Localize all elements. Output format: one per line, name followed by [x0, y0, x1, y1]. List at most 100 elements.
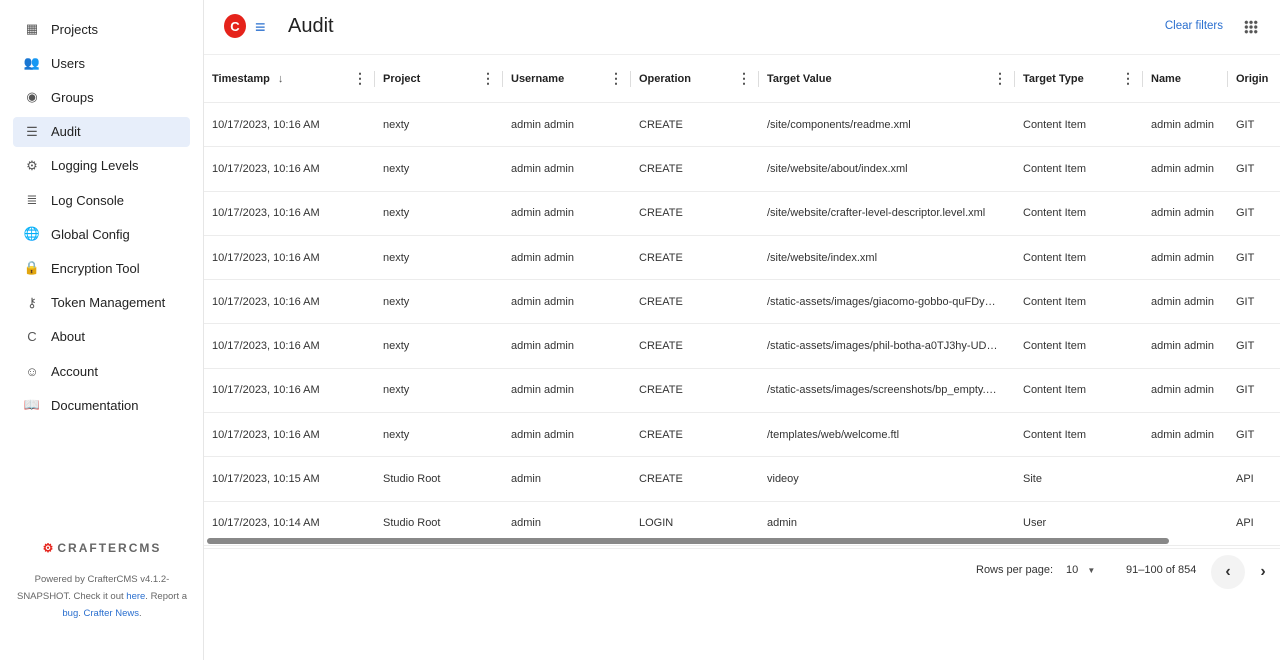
- column-menu-icon[interactable]: ⋮: [1121, 70, 1135, 87]
- column-header[interactable]: Name: [1143, 55, 1228, 102]
- column-header[interactable]: Username ⋮: [503, 55, 631, 102]
- lock-icon: 🔒: [23, 260, 41, 276]
- column-header-label: Username: [511, 72, 565, 85]
- table-row[interactable]: 10/17/2023, 10:16 AM nexty admin admin CREA…: [204, 147, 1280, 192]
- table-cell: GIT: [1236, 207, 1255, 220]
- crafter-news-link[interactable]: Crafter News: [84, 608, 139, 619]
- table-row[interactable]: 10/17/2023, 10:16 AM nexty admin admin CREA…: [204, 369, 1280, 414]
- table-row[interactable]: 10/17/2023, 10:16 AM nexty admin admin CREA…: [204, 280, 1280, 325]
- table-cell: Content Item: [1023, 428, 1086, 441]
- sidebar-footer: ⚙ CRAFTERCMS Powered by CrafterCMS v4.1.2…: [0, 540, 204, 622]
- table-row[interactable]: 10/17/2023, 10:15 AM Studio Root admin CREA…: [204, 457, 1280, 502]
- column-header[interactable]: Target Value ⋮: [759, 55, 1015, 102]
- table-row[interactable]: 10/17/2023, 10:16 AM nexty admin admin CREA…: [204, 324, 1280, 369]
- table-row[interactable]: 10/17/2023, 10:16 AM nexty admin admin CREA…: [204, 192, 1280, 236]
- column-menu-icon[interactable]: ⋮: [609, 70, 623, 87]
- column-header-label: Timestamp: [212, 72, 270, 85]
- table-cell: GIT: [1236, 428, 1255, 441]
- sidebar-item-label: Account: [51, 363, 98, 379]
- audit-table: Timestamp ↓ ⋮ Project ⋮ Username ⋮ Operation ⋮ Ta…: [204, 55, 1280, 546]
- table-cell: admin admin: [511, 118, 574, 131]
- sidebar-item-users[interactable]: 👥 Users: [13, 48, 190, 78]
- table-cell: CREATE: [639, 340, 683, 353]
- sidebar-item-label: Projects: [51, 21, 98, 37]
- column-menu-icon[interactable]: ⋮: [993, 70, 1007, 87]
- previous-page-button[interactable]: ‹: [1211, 555, 1245, 589]
- column-header[interactable]: Target Type ⋮: [1015, 55, 1143, 102]
- table-cell: /site/website/about/index.xml: [767, 162, 908, 175]
- next-page-button[interactable]: ›: [1246, 555, 1280, 589]
- crafter-icon: C: [27, 329, 37, 345]
- sort-arrow-down-icon[interactable]: ↓: [278, 73, 284, 85]
- table-cell: GIT: [1236, 162, 1255, 175]
- sidebar-item-account[interactable]: ☺ Account: [13, 356, 190, 386]
- clear-filters-button[interactable]: Clear filters: [1165, 20, 1223, 32]
- rows-per-page-label: Rows per page:: [976, 564, 1054, 576]
- horizontal-scrollbar[interactable]: [207, 538, 1169, 544]
- table-cell: admin admin: [511, 207, 574, 220]
- table-cell: Content Item: [1023, 251, 1086, 264]
- sidebar-item-logging-levels[interactable]: ⚙ Logging Levels: [13, 151, 190, 181]
- menu-icon[interactable]: ≡: [255, 18, 271, 36]
- table-cell: Site: [1023, 473, 1042, 486]
- table-cell: 10/17/2023, 10:16 AM: [212, 162, 320, 175]
- pagination: Rows per page: 10 ▼ 91–100 of 854 ‹ ›: [204, 548, 1280, 592]
- table-cell: CREATE: [639, 207, 683, 220]
- bug-link[interactable]: bug: [62, 608, 78, 619]
- key-icon: ⚷: [27, 294, 37, 310]
- here-link[interactable]: here: [126, 591, 145, 602]
- table-cell: Content Item: [1023, 118, 1086, 131]
- audit-icon: ☰: [26, 123, 38, 139]
- sidebar-item-projects[interactable]: ▦ Projects: [13, 14, 190, 44]
- table-cell: nexty: [383, 162, 410, 175]
- table-row[interactable]: 10/17/2023, 10:16 AM nexty admin admin CREA…: [204, 413, 1280, 458]
- rows-per-page-value: 10: [1066, 564, 1079, 576]
- end-text: .: [138, 608, 142, 619]
- column-header[interactable]: Operation ⋮: [631, 55, 759, 102]
- sidebar-item-about[interactable]: C About: [13, 322, 190, 352]
- table-cell: admin admin: [511, 162, 574, 175]
- table-cell: 10/17/2023, 10:16 AM: [212, 295, 320, 308]
- column-header-label: Operation: [639, 72, 691, 85]
- column-menu-icon[interactable]: ⋮: [737, 70, 751, 87]
- sidebar-item-encryption-tool[interactable]: 🔒 Encryption Tool: [13, 253, 190, 283]
- sidebar-item-log-console[interactable]: ≣ Log Console: [13, 185, 190, 215]
- column-menu-icon[interactable]: ⋮: [353, 70, 367, 87]
- sidebar-item-audit[interactable]: ☰ Audit: [13, 116, 190, 147]
- sidebar-item-label: Users: [51, 55, 85, 71]
- table-row[interactable]: 10/17/2023, 10:16 AM nexty admin admin CREA…: [204, 236, 1280, 281]
- sidebar-item-groups[interactable]: ◉ Groups: [13, 82, 190, 112]
- sidebar-item-documentation[interactable]: 📖 Documentation: [13, 390, 190, 420]
- caret-down-icon: ▼: [1087, 566, 1096, 575]
- column-menu-icon[interactable]: ⋮: [481, 70, 495, 87]
- header: C ≡ Audit Clear filters: [204, 0, 1280, 55]
- log-console-icon: ≣: [26, 192, 38, 207]
- column-header[interactable]: Project ⋮: [375, 55, 503, 102]
- crafter-logo-icon: C: [224, 14, 246, 38]
- table-cell: /site/components/readme.xml: [767, 118, 911, 131]
- column-header-label: Target Value: [767, 72, 832, 85]
- table-cell: CREATE: [639, 473, 683, 486]
- table-cell: Studio Root: [383, 473, 441, 486]
- sidebar-item-label: Token Management: [51, 295, 166, 311]
- table-cell: Content Item: [1023, 384, 1086, 397]
- column-header[interactable]: Origin: [1228, 55, 1280, 102]
- sidebar-item-global-config[interactable]: 🌐 Global Config: [13, 219, 190, 249]
- craftercms-logo: ⚙ CRAFTERCMS: [42, 541, 162, 555]
- table-row[interactable]: 10/17/2023, 10:16 AM nexty admin admin CREA…: [204, 103, 1280, 148]
- column-header[interactable]: Timestamp ↓ ⋮: [204, 55, 375, 102]
- table-cell: Content Item: [1023, 207, 1086, 220]
- sidebar-item-label: Groups: [51, 89, 94, 105]
- apps-grid-icon[interactable]: [1244, 20, 1258, 34]
- logging-levels-icon: ⚙: [26, 157, 38, 173]
- column-header-label: Origin: [1236, 72, 1269, 85]
- sidebar-item-token-management[interactable]: ⚷ Token Management: [13, 288, 190, 318]
- table-cell: admin admin: [511, 384, 574, 397]
- account-icon: ☺: [25, 363, 39, 379]
- rows-per-page-select[interactable]: 10 ▼: [1066, 564, 1095, 576]
- page-range: 91–100 of 854: [1126, 564, 1197, 576]
- sidebar-item-label: Logging Levels: [51, 158, 139, 174]
- sidebar-item-label: Log Console: [51, 192, 124, 208]
- table-cell: Content Item: [1023, 340, 1086, 353]
- column-header-label: Name: [1151, 72, 1181, 85]
